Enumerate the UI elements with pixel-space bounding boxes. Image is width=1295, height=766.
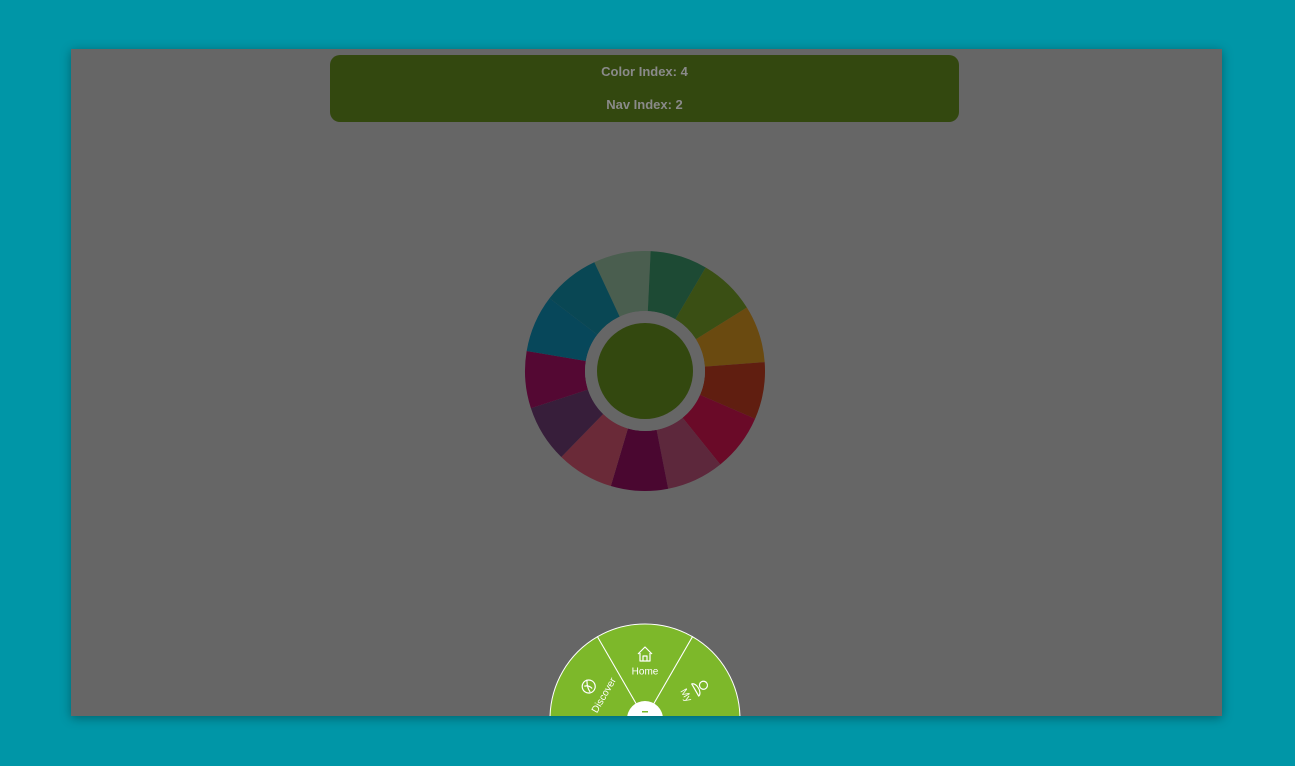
nav-label-home: Home (632, 667, 659, 678)
color-wheel (525, 251, 765, 491)
nav-center-mark (642, 711, 648, 713)
color-index-label: Color Index: 4 (601, 64, 688, 79)
nav-index-label: Nav Index: 2 (606, 97, 683, 112)
status-panel: Color Index: 4 Nav Index: 2 (330, 55, 959, 122)
app-frame: Color Index: 4 Nav Index: 2 Discover Home… (71, 49, 1222, 716)
radial-nav-menu: DiscoverHomeMy (549, 623, 741, 716)
selected-color-swatch (597, 323, 693, 419)
